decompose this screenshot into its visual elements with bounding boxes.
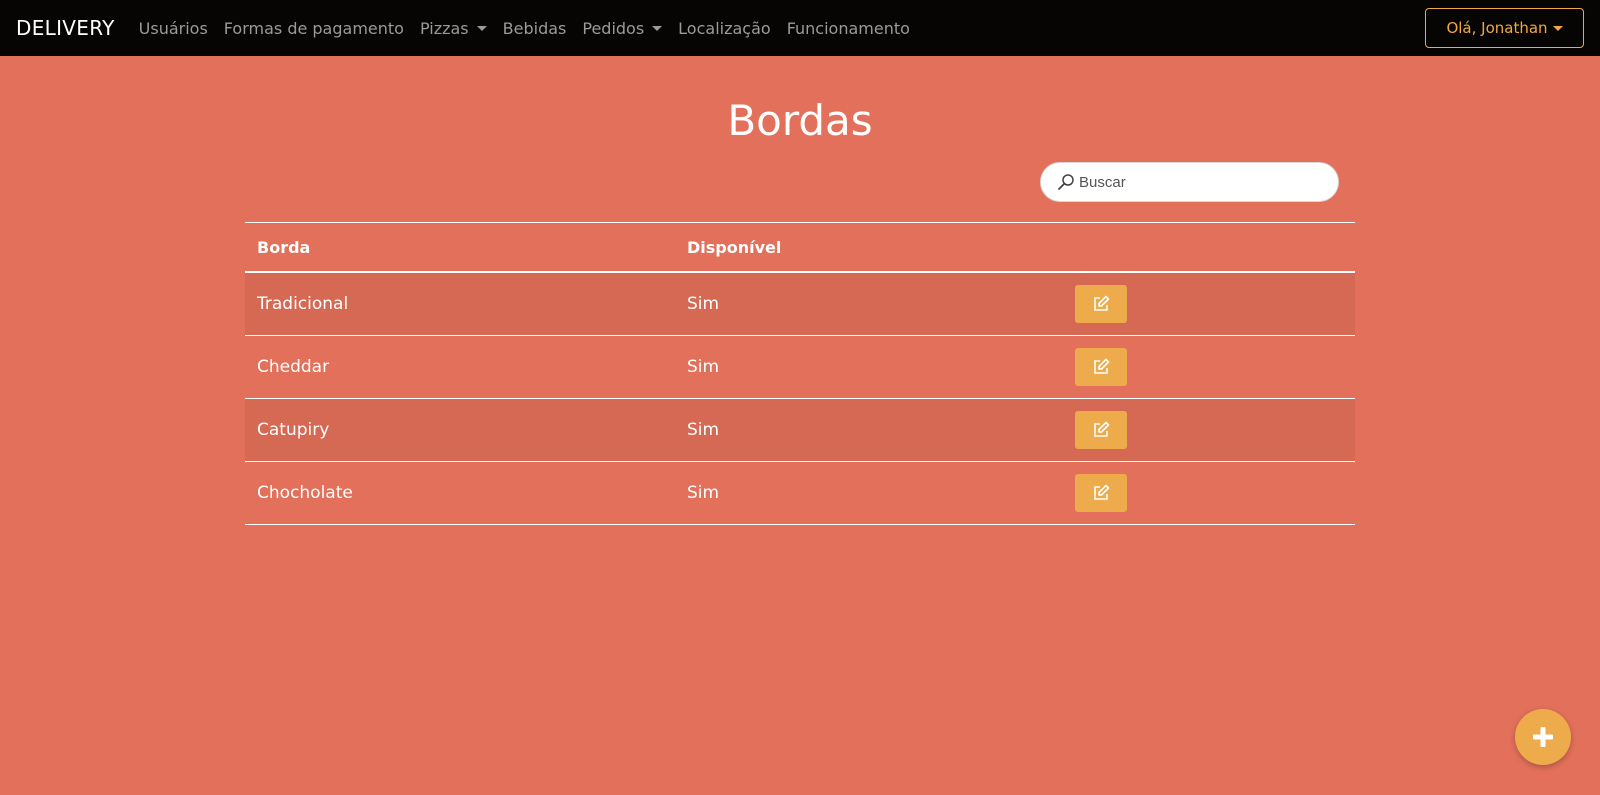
cell-disponivel: Sim (687, 483, 720, 503)
cell-borda: Cheddar (257, 357, 330, 377)
cell-disponivel: Sim (687, 357, 720, 377)
cell-disponivel: Sim (687, 294, 720, 314)
nav-item-bebidas[interactable]: Bebidas (503, 19, 567, 38)
bordas-table: Borda Disponível Tradicional Sim Cheddar… (245, 222, 1355, 525)
cell-borda: Chocholate (257, 483, 353, 503)
user-menu-button[interactable]: Olá, Jonathan (1425, 8, 1584, 48)
table-header: Borda Disponível (245, 223, 1355, 273)
nav-label: Funcionamento (786, 18, 910, 38)
cell-disponivel: Sim (687, 420, 720, 440)
nav-label: Usuários (138, 18, 208, 38)
edit-icon (1094, 295, 1110, 311)
table-row: Catupiry Sim (245, 399, 1355, 462)
nav-item-usuarios[interactable]: Usuários (139, 19, 208, 38)
edit-button[interactable] (1075, 411, 1127, 449)
column-header-borda: Borda (257, 237, 311, 257)
edit-icon (1094, 421, 1110, 437)
nav-label: Pizzas (419, 18, 469, 38)
top-navbar: DELIVERY Usuários Formas de pagamento Pi… (0, 0, 1600, 56)
caret-down-icon (476, 25, 487, 31)
plus-icon (1533, 727, 1553, 747)
nav-item-funcionamento[interactable]: Funcionamento (787, 19, 910, 38)
cell-actions (1075, 348, 1355, 386)
caret-down-icon (1552, 25, 1563, 31)
nav-label: Pedidos (582, 18, 645, 38)
cell-actions (1075, 285, 1355, 323)
cell-borda: Tradicional (257, 294, 349, 314)
search-input[interactable] (1079, 173, 1319, 191)
cell-actions (1075, 474, 1355, 512)
caret-down-icon (652, 25, 663, 31)
column-header-disponivel: Disponível (687, 237, 782, 257)
edit-button[interactable] (1075, 285, 1127, 323)
search-box[interactable] (1040, 162, 1339, 202)
edit-icon (1094, 358, 1110, 374)
edit-button[interactable] (1075, 474, 1127, 512)
edit-button[interactable] (1075, 348, 1127, 386)
nav-item-formas-de-pagamento[interactable]: Formas de pagamento (224, 19, 404, 38)
edit-icon (1094, 484, 1110, 500)
nav-label: Formas de pagamento (223, 18, 404, 38)
nav-item-pedidos[interactable]: Pedidos (582, 18, 663, 38)
brand-logo[interactable]: DELIVERY (16, 16, 115, 40)
cell-actions (1075, 411, 1355, 449)
nav-label: Bebidas (502, 18, 567, 38)
nav-item-pizzas[interactable]: Pizzas (420, 19, 487, 38)
table-row: Tradicional Sim (245, 273, 1355, 336)
add-borda-button[interactable] (1515, 709, 1571, 765)
nav-item-localizacao[interactable]: Localização (678, 19, 771, 38)
nav-label: Localização (678, 18, 771, 38)
user-menu-label: Olá, Jonathan (1446, 19, 1548, 37)
cell-borda: Catupiry (257, 420, 330, 440)
search-icon (1058, 174, 1074, 190)
table-row: Chocholate Sim (245, 462, 1355, 525)
table-row: Cheddar Sim (245, 336, 1355, 399)
page-title: Bordas (727, 96, 873, 145)
